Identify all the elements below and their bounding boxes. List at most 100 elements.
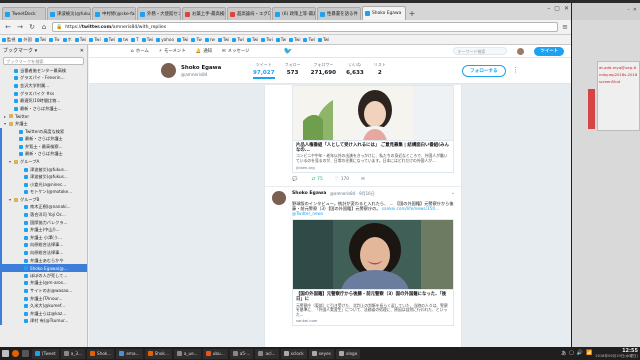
maximize-button[interactable]: ▢ <box>554 5 560 12</box>
bookmark-item[interactable]: Twi <box>74 37 86 42</box>
clock[interactable]: 12:55 2018年09月19日(水曜日) <box>595 349 638 358</box>
bookmark-entry[interactable]: 国際協力バレクラ... <box>0 218 87 227</box>
minimize-button[interactable]: – <box>627 7 630 13</box>
bookmark-entry[interactable]: Twitterの高度な検索 <box>0 127 87 136</box>
reload-button[interactable]: ↻ <box>28 23 36 31</box>
nav-notifications[interactable]: 🔔 通知 <box>196 48 212 55</box>
twitter-search-input[interactable]: キーワード検索 <box>453 47 508 55</box>
bookmark-item[interactable]: Twi <box>89 37 101 42</box>
taskbar-app-button[interactable]: acl... <box>255 348 279 359</box>
window-icon[interactable]: ▢ <box>569 350 574 357</box>
reply-button[interactable]: 💬 <box>292 177 299 182</box>
folder-toggle-icon[interactable]: ▾ <box>3 121 7 126</box>
bookmark-item[interactable]: Twi <box>232 37 244 42</box>
browser-tab[interactable]: お薬上手-最高検検 <box>182 7 226 20</box>
bookmark-item[interactable]: Tw <box>275 37 286 42</box>
tweet-link[interactable]: sankei.com/life/news/150... <box>382 206 439 211</box>
profile-stat[interactable]: ツイート 97,027 <box>253 62 275 79</box>
sidebar-title[interactable]: ブックマーク ▾ <box>3 47 37 54</box>
close-window-button[interactable]: ✕ <box>564 5 569 12</box>
bookmark-item[interactable]: Twi <box>261 37 273 42</box>
more-options-icon[interactable]: ⋮ <box>512 66 519 74</box>
nav-moments[interactable]: ⚡ モーメント <box>159 48 186 55</box>
bookmark-item[interactable]: Twi <box>141 37 153 42</box>
bookmark-entry[interactable]: 弁護士(@m-aros... <box>0 279 87 288</box>
forward-button[interactable]: → <box>16 23 24 31</box>
back-button[interactable]: ← <box>4 23 12 31</box>
bookmark-item[interactable]: Twi <box>103 37 115 42</box>
terminal-launcher-icon[interactable] <box>22 350 29 357</box>
minimize-button[interactable]: – <box>547 5 550 12</box>
bookmark-folder[interactable]: ▸ Twitter <box>0 113 87 121</box>
input-method-icon[interactable]: あ <box>561 350 566 357</box>
bookmark-search-input[interactable]: ブックマークを検索 <box>3 57 84 65</box>
start-menu-icon[interactable] <box>2 350 9 357</box>
bookmark-entry[interactable]: 最新・さらば弁護士... <box>0 105 87 113</box>
taskbar-app-button[interactable]: ubu... <box>202 348 228 359</box>
browser-tab[interactable]: Shoko Egawa <box>362 6 406 20</box>
bookmark-item[interactable]: Twi <box>289 37 300 42</box>
bookmark-item[interactable]: Twi <box>217 37 229 42</box>
bookmark-item[interactable]: Tw <box>191 37 202 42</box>
volume-icon[interactable]: 🔊 <box>577 350 583 357</box>
bookmark-entry[interactable]: 向原総合法律事... <box>0 241 87 250</box>
home-button[interactable]: ⌂ <box>40 23 48 31</box>
bookmark-item[interactable]: T <box>131 37 139 42</box>
bookmark-item[interactable]: 外国 <box>18 37 32 43</box>
tweet-mention[interactable]: @Twitter_news <box>292 211 323 216</box>
bookmark-entry[interactable]: グラスパイク #ss <box>0 90 87 98</box>
bookmark-entry[interactable]: 最適死(10時間比物... <box>0 97 87 105</box>
bookmark-entry[interactable]: 弁護士あむらかや <box>0 256 87 265</box>
card-image-woman-portrait[interactable] <box>292 85 454 140</box>
nav-messages[interactable]: ✉ メッセージ <box>222 48 250 55</box>
bookmark-entry[interactable]: 久米大(@kumef... <box>0 302 87 310</box>
firefox-launcher-icon[interactable] <box>12 350 19 357</box>
new-tab-button[interactable]: + <box>407 8 417 20</box>
bookmark-entry[interactable]: 弁護士らは@kaz... <box>0 310 87 318</box>
close-window-button[interactable]: ✕ <box>633 7 637 13</box>
profile-stat[interactable]: フォロー 573 <box>285 62 301 79</box>
bookmark-item[interactable]: Tw <box>49 37 60 42</box>
profile-stat[interactable]: リスト 2 <box>374 62 386 79</box>
like-button[interactable]: ♡ 170 <box>335 177 349 182</box>
bookmark-entry[interactable]: Shoko Egawa(@... <box>0 264 87 273</box>
bookmark-entry[interactable]: 弁覧士・最高検察… <box>0 142 87 151</box>
bookmark-entry[interactable]: 津波被災(@fukus... <box>0 165 87 174</box>
bookmark-item[interactable]: Twi <box>246 37 258 42</box>
taskbar-app-button[interactable]: a_ue... <box>173 348 201 359</box>
card-image-woman-photo[interactable] <box>292 219 454 290</box>
browser-tab[interactable]: 超高論局・エグローン <box>227 7 271 20</box>
profile-stat[interactable]: フォロワー 271,690 <box>311 62 336 79</box>
browser-tab[interactable]: 外務・大使館センタ <box>137 7 181 20</box>
bookmark-folder[interactable]: ▾ グループA <box>0 158 87 166</box>
taskbar-app-button[interactable]: xclock <box>280 348 307 359</box>
bookmark-entry[interactable]: 落合洋司 Yoji Oc... <box>0 211 87 219</box>
taskbar-app-button[interactable]: ema... <box>116 348 143 359</box>
bookmark-entry[interactable]: 金沢大学附属… <box>0 82 87 90</box>
profile-stat[interactable]: いいね 6,633 <box>346 62 364 79</box>
bookmark-item[interactable]: 監視 <box>2 37 15 43</box>
bookmark-entry[interactable]: 最新・さらば弁護士 <box>0 135 87 143</box>
taskbar-app-button[interactable]: Shok... <box>87 348 115 359</box>
bookmark-entry[interactable]: 弁護士(中山/)... <box>0 226 87 235</box>
user-avatar[interactable] <box>517 47 525 55</box>
direct-message-button[interactable]: ✉ <box>361 177 365 182</box>
bookmark-item[interactable]: tw <box>118 37 128 42</box>
taskbar-app-button[interactable]: xlogo <box>335 348 361 359</box>
bookmark-item[interactable]: rw <box>204 37 215 42</box>
taskbar-app-button[interactable]: a_3... <box>60 348 86 359</box>
folder-toggle-icon[interactable]: ▸ <box>3 114 7 119</box>
link-card-2[interactable]: 【国の外国籍】元警察庁から後藤・前元警察（3）国の外国籍になった、「後日」に 元… <box>292 289 454 327</box>
bookmark-item[interactable]: yahoo <box>156 37 174 42</box>
tweet-menu-icon[interactable]: ⌄ <box>451 190 455 196</box>
follow-button[interactable]: フォローする <box>462 65 506 77</box>
bookmark-entry[interactable]: モトケン(@motoke... <box>0 188 87 197</box>
taskbar-app-button[interactable]: Shok... <box>144 348 172 359</box>
profile-avatar[interactable] <box>160 62 177 79</box>
browser-tab[interactable]: TweetDeck <box>2 7 46 20</box>
bookmark-item[interactable]: Twi <box>177 37 188 42</box>
bookmark-entry[interactable]: 向原総合法律事... <box>0 249 87 257</box>
browser-tab[interactable]: 性暴書を語る件 <box>317 7 361 20</box>
tweet-author-avatar[interactable] <box>272 190 286 205</box>
bookmark-item[interactable]: Twi <box>317 37 329 42</box>
